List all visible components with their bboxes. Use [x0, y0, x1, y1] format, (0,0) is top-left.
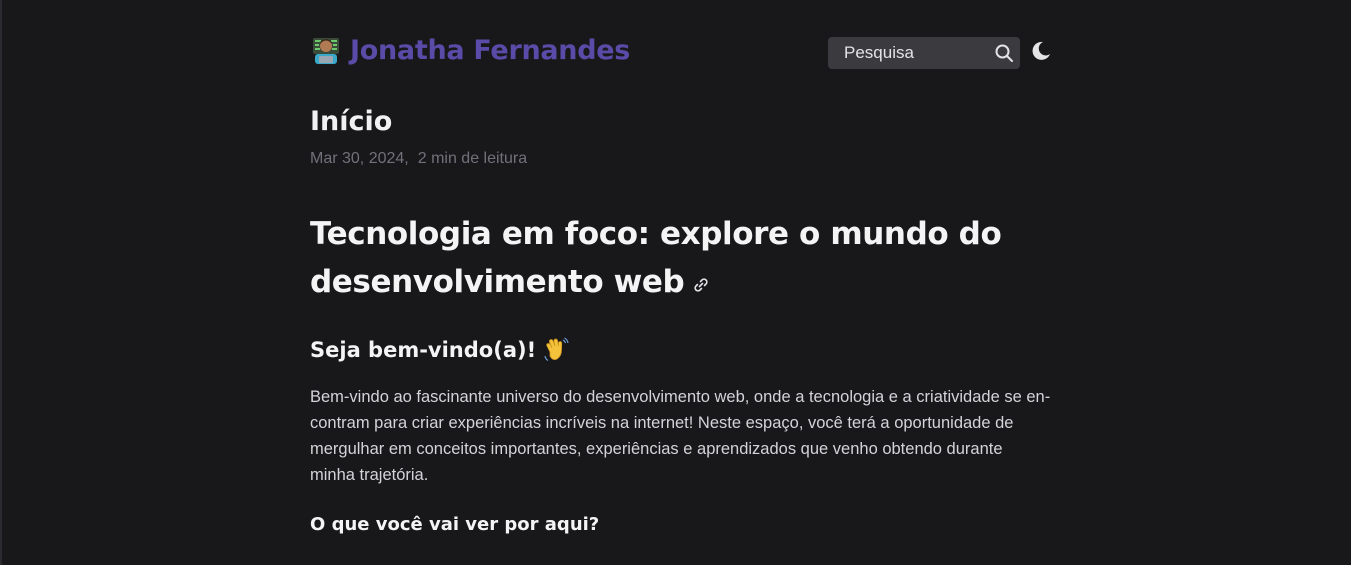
intro-paragraph: Bem-vindo ao fascinante universo do dese…	[310, 388, 1051, 484]
window-edge	[0, 0, 2, 565]
page-title: Início	[310, 106, 393, 137]
reading-time: 2 min de leitura	[417, 150, 528, 167]
anchor-link-icon[interactable]	[692, 260, 710, 292]
brand-home-link[interactable]: Jonatha Fernandes	[310, 34, 630, 66]
search-icon[interactable]	[994, 43, 1014, 63]
technologist-emoji-icon	[310, 34, 342, 66]
article-heading: Tecnologia em foco: explore o mundo do d…	[310, 210, 1051, 306]
article-heading-text: Tecnologia em foco: explore o mundo do d…	[310, 216, 1002, 300]
welcome-heading-text: Seja bem-vindo(a)!	[310, 338, 537, 362]
site-header: Jonatha Fernandes	[310, 34, 1051, 72]
waving-hand-icon	[542, 336, 570, 364]
post-meta: Mar 30, 2024, 2 min de leitura	[310, 150, 527, 168]
search-input[interactable]	[828, 37, 986, 69]
welcome-heading: Seja bem-vindo(a)!	[310, 336, 570, 364]
subheading: O que você vai ver por aqui?	[310, 514, 600, 535]
search-box	[828, 37, 1020, 69]
post-date: Mar 30, 2024,	[310, 150, 409, 167]
brand-name: Jonatha Fernandes	[350, 34, 631, 66]
moon-icon[interactable]	[1030, 40, 1052, 62]
